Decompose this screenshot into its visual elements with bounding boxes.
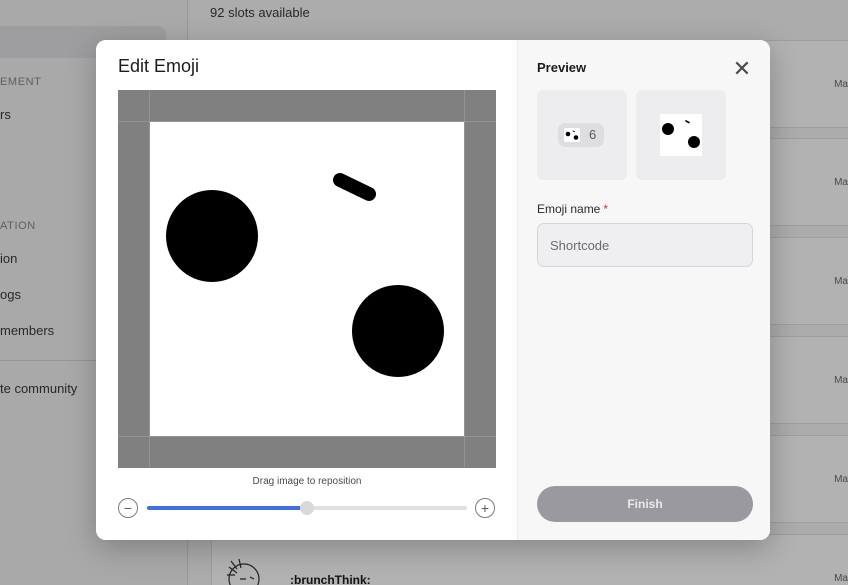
finish-button[interactable]: Finish (537, 486, 753, 522)
reaction-preview-card: 6 (537, 90, 627, 180)
emoji-source-image[interactable] (150, 122, 464, 436)
preview-panel: Preview ✕ 6 Emoji name* Finish (517, 40, 770, 540)
preview-heading: Preview (537, 60, 587, 75)
close-icon[interactable]: ✕ (731, 58, 753, 80)
image-crop-area[interactable] (118, 90, 496, 468)
minus-circle-icon[interactable]: − (118, 498, 138, 518)
required-asterisk: * (603, 202, 609, 216)
emoji-name-label: Emoji name * (537, 202, 608, 216)
dialog-title: Edit Emoji (118, 56, 200, 76)
emoji-name-input[interactable] (537, 223, 753, 267)
reaction-count: 6 (589, 127, 597, 142)
zoom-slider-thumb[interactable] (300, 501, 314, 515)
zoom-slider[interactable] (147, 501, 467, 515)
zoom-control: − + (118, 497, 496, 519)
emoji-name-label-text: Emoji name (537, 202, 601, 216)
large-preview-card (636, 90, 726, 180)
edit-emoji-dialog: Edit Emoji Drag image to reposition − + … (96, 40, 770, 540)
emoji-large-preview (660, 114, 702, 156)
editor-panel: Edit Emoji Drag image to reposition − + (96, 40, 517, 540)
crop-guide-right (464, 90, 465, 468)
emoji-small-preview (564, 128, 580, 142)
reaction-pill-preview: 6 (558, 123, 604, 147)
zoom-slider-fill (147, 506, 307, 510)
drag-hint-text: Drag image to reposition (252, 476, 362, 487)
crop-guide-bottom (118, 436, 496, 437)
plus-circle-icon[interactable]: + (475, 498, 495, 518)
